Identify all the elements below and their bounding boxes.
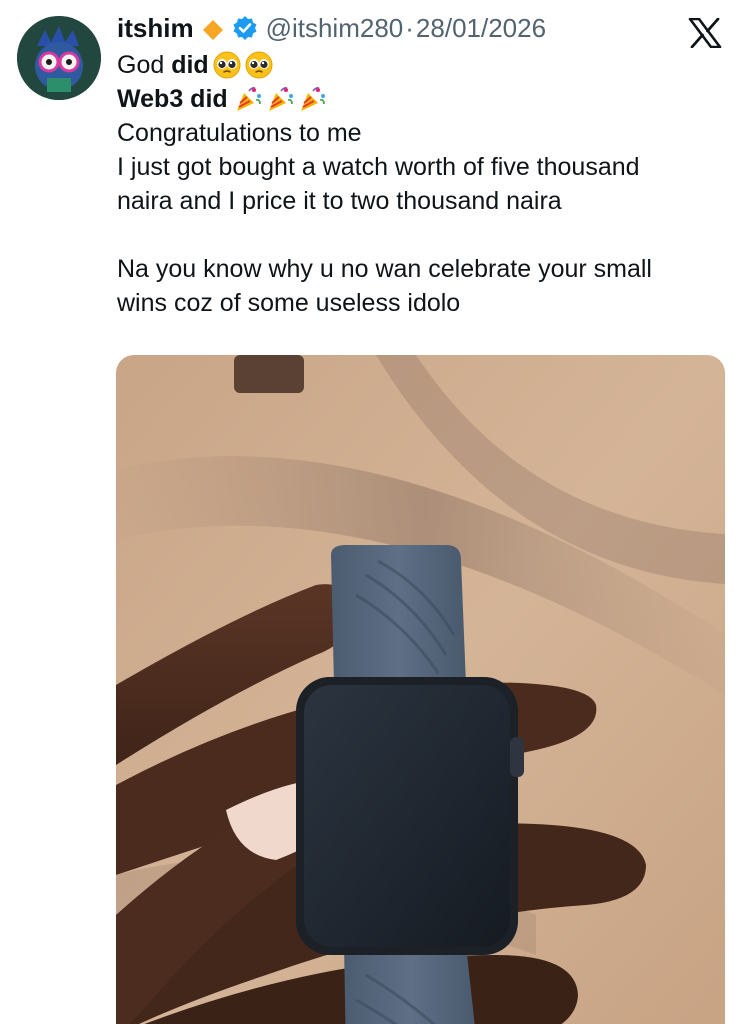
watch-photo-image (116, 355, 725, 1024)
tweet-text-fragment: Na you know why u no wan celebrate your … (117, 255, 652, 283)
tweet-line: Web3 did (117, 82, 732, 116)
display-name[interactable]: itshim (117, 13, 194, 44)
tweet-text-fragment: Congratulations to me (117, 119, 362, 147)
separator-dot: · (405, 12, 414, 43)
handle[interactable]: @itshim280 (266, 13, 404, 44)
party-popper-emoji (298, 85, 326, 113)
tweet-text-fragment: I just got bought a watch worth of five … (117, 153, 640, 181)
tweet-media-photo[interactable] (116, 355, 725, 1024)
tweet-line: God did (117, 48, 732, 82)
x-logo-icon[interactable] (688, 17, 722, 49)
avatar-icon (17, 16, 101, 100)
tweet-line: wins coz of some useless idolo (117, 286, 732, 320)
party-popper-emoji (234, 85, 262, 113)
timestamp[interactable]: 28/01/2026 (416, 13, 546, 44)
tweet-text-fragment: wins coz of some useless idolo (117, 289, 461, 317)
avatar[interactable] (17, 16, 101, 100)
tweet-line: Congratulations to me (117, 116, 732, 150)
verified-badge-icon (232, 15, 258, 41)
tweet-text-fragment: naira and I price it to two thousand nai… (117, 187, 562, 215)
pleading-face-emoji (213, 51, 241, 79)
orange-diamond-icon (202, 17, 224, 40)
tweet-text-fragment: God (117, 51, 172, 79)
tweet-text: God did Web3 did Congratulations to me I… (117, 48, 732, 320)
tweet-line: Na you know why u no wan celebrate your … (117, 252, 732, 286)
tweet-line: I just got bought a watch worth of five … (117, 150, 732, 184)
tweet-card: itshim @itshim280 · 28/01/2026 God did W… (0, 0, 742, 1024)
tweet-header: itshim @itshim280 · 28/01/2026 (117, 10, 546, 46)
tweet-text-bold: did (171, 51, 209, 79)
pleading-face-emoji (245, 51, 273, 79)
tweet-text-bold: Web3 did (117, 85, 228, 113)
party-popper-emoji (266, 85, 294, 113)
paragraph-break (117, 218, 732, 252)
tweet-line: naira and I price it to two thousand nai… (117, 184, 732, 218)
